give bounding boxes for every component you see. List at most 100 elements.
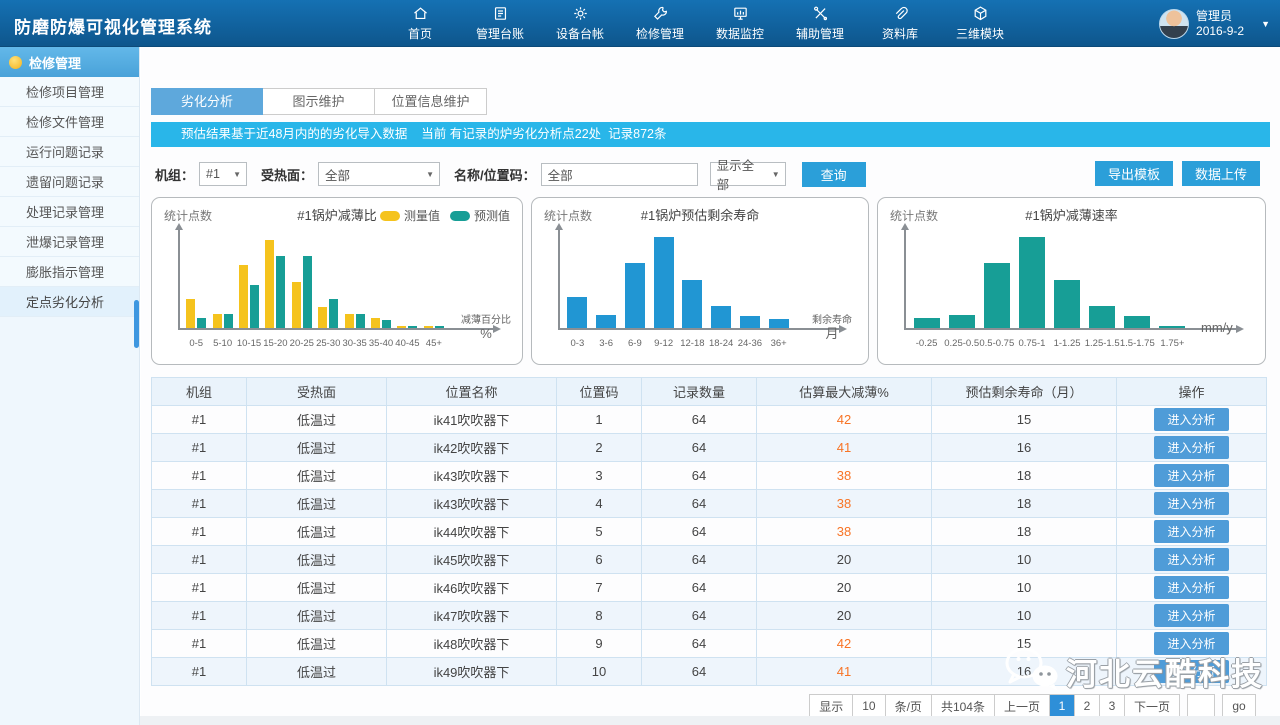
cube-icon	[972, 5, 989, 22]
nav-item-auxiliary[interactable]: 辅助管理	[780, 0, 860, 47]
nav-item-label: 首页	[408, 25, 432, 42]
table-row: #1低温过ik47吹吹器下8642010进入分析	[152, 602, 1267, 630]
display-select[interactable]: 显示全部 ▼	[710, 162, 786, 186]
column-header: 预估剩余寿命（月）	[932, 378, 1117, 406]
user-menu[interactable]: 管理员 2016-9-2 ▼	[1159, 0, 1274, 47]
bar-group	[1085, 232, 1120, 328]
cell-record-count: 64	[642, 546, 757, 574]
nav-item-3d-module[interactable]: 三维模块	[940, 0, 1020, 47]
bar-group	[909, 232, 944, 328]
name-code-input[interactable]	[541, 163, 698, 186]
bar-group	[209, 232, 235, 328]
bar-group	[979, 232, 1014, 328]
tab-location-info[interactable]: 位置信息维护	[375, 88, 487, 115]
nav-item-monitor[interactable]: 数据监控	[700, 0, 780, 47]
paperclip-icon	[892, 5, 909, 22]
bar	[265, 240, 274, 328]
table-row: #1低温过ik41吹吹器下1644215进入分析	[152, 406, 1267, 434]
nav-item-equipment[interactable]: 设备台帐	[540, 0, 620, 47]
sidebar-item-run-issue-records[interactable]: 运行问题记录	[0, 137, 139, 167]
bar	[914, 318, 940, 328]
page-number-2[interactable]: 2	[1075, 695, 1100, 717]
sidebar-item-explosion-record-mgmt[interactable]: 泄爆记录管理	[0, 227, 139, 257]
bars-container	[560, 232, 796, 328]
cell-record-count: 64	[642, 462, 757, 490]
page-size-value[interactable]: 10	[853, 695, 885, 717]
bar	[654, 237, 674, 328]
cell-unit: #1	[152, 602, 247, 630]
next-page-button[interactable]: 下一页	[1125, 695, 1179, 717]
legend-label: 预测值	[474, 207, 510, 224]
enter-analysis-button[interactable]: 进入分析	[1154, 408, 1228, 431]
bar	[329, 299, 338, 328]
surface-select[interactable]: 全部 ▼	[318, 162, 440, 186]
surface-select-value: 全部	[325, 165, 350, 184]
nav-item-maintenance[interactable]: 检修管理	[620, 0, 700, 47]
sidebar-item-project-mgmt[interactable]: 检修项目管理	[0, 77, 139, 107]
unit-select[interactable]: #1 ▼	[199, 162, 247, 186]
sidebar-item-file-mgmt[interactable]: 检修文件管理	[0, 107, 139, 137]
go-button[interactable]: go	[1222, 694, 1256, 718]
bar-group	[183, 232, 209, 328]
enter-analysis-button[interactable]: 进入分析	[1154, 492, 1228, 515]
cell-remaining-life: 15	[932, 630, 1117, 658]
tab-diagram-maintenance[interactable]: 图示维护	[263, 88, 375, 115]
enter-analysis-button[interactable]: 进入分析	[1154, 520, 1228, 543]
sidebar-header: 检修管理	[0, 47, 139, 77]
bar	[567, 297, 587, 328]
export-template-button[interactable]: 导出模板	[1095, 161, 1173, 186]
x-tick-label: 0.75-1	[1014, 338, 1049, 349]
enter-analysis-button[interactable]: 进入分析	[1154, 464, 1228, 487]
cell-remaining-life: 18	[932, 462, 1117, 490]
nav-item-library[interactable]: 资料库	[860, 0, 940, 47]
cell-max-thinning: 38	[757, 462, 932, 490]
chart-y-axis-label: 统计点数	[544, 207, 592, 224]
goto-page-input[interactable]	[1187, 694, 1215, 718]
x-tick-labels: 0-33-66-99-1212-1818-2424-3636+	[560, 338, 796, 349]
nav-item-home[interactable]: 首页	[380, 0, 460, 47]
sidebar-item-legacy-issue-records[interactable]: 遗留问题记录	[0, 167, 139, 197]
bar	[625, 263, 645, 328]
search-button[interactable]: 查询	[802, 162, 866, 187]
bar	[397, 326, 406, 328]
bar-group	[236, 232, 262, 328]
enter-analysis-button[interactable]: 进入分析	[1154, 660, 1228, 683]
page-number-3[interactable]: 3	[1100, 695, 1125, 717]
bar-group	[1120, 232, 1155, 328]
bar	[984, 263, 1010, 328]
bar-group	[736, 232, 765, 328]
enter-analysis-button[interactable]: 进入分析	[1154, 604, 1228, 627]
cell-surface: 低温过	[247, 546, 387, 574]
cell-max-thinning: 38	[757, 490, 932, 518]
enter-analysis-button[interactable]: 进入分析	[1154, 576, 1228, 599]
bar	[1124, 316, 1150, 328]
chart-panel-1: #1锅炉预估剩余寿命统计点数0-33-66-99-1212-1818-2424-…	[531, 197, 869, 365]
bar	[1019, 237, 1045, 328]
nav-item-ledger[interactable]: 管理台账	[460, 0, 540, 47]
prev-page-button[interactable]: 上一页	[995, 695, 1050, 717]
cell-location-code: 3	[557, 462, 642, 490]
x-tick-label: 0.25-0.5	[944, 338, 979, 349]
page-number-1[interactable]: 1	[1050, 695, 1075, 717]
filter-toolbar: 机组： #1 ▼ 受热面： 全部 ▼ 名称/位置码： 显示全部 ▼ 查询 导出模…	[151, 161, 1270, 187]
enter-analysis-button[interactable]: 进入分析	[1154, 436, 1228, 459]
chevron-down-icon: ▼	[772, 170, 780, 179]
enter-analysis-button[interactable]: 进入分析	[1154, 632, 1228, 655]
bar	[1054, 280, 1080, 328]
tab-degradation-analysis[interactable]: 劣化分析	[151, 88, 263, 115]
sidebar-item-process-record-mgmt[interactable]: 处理记录管理	[0, 197, 139, 227]
sidebar-item-degradation-analysis[interactable]: 定点劣化分析	[0, 287, 139, 317]
bar	[345, 314, 354, 328]
sidebar-scrollbar-thumb[interactable]	[134, 300, 139, 348]
cell-location-name: ik46吹吹器下	[387, 574, 557, 602]
sidebar-item-expansion-indicator[interactable]: 膨胀指示管理	[0, 257, 139, 287]
data-upload-button[interactable]: 数据上传	[1182, 161, 1260, 186]
chart-plot-area	[180, 232, 450, 328]
enter-analysis-button[interactable]: 进入分析	[1154, 548, 1228, 571]
x-tick-label: 45+	[421, 338, 447, 349]
user-date: 2016-9-2	[1196, 24, 1244, 39]
cell-surface: 低温过	[247, 406, 387, 434]
bar	[382, 320, 391, 328]
legend-swatch	[380, 211, 400, 221]
main-content: 劣化分析图示维护位置信息维护 预估结果基于近48月内的的劣化导入数据 当前 有记…	[141, 47, 1280, 725]
